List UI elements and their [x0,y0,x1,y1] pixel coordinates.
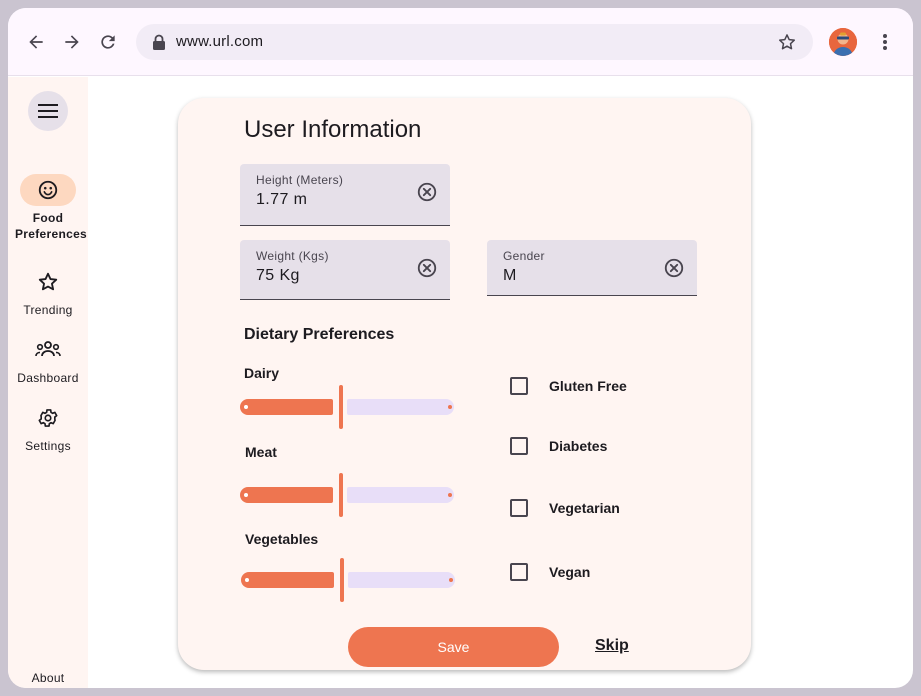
star-icon [38,272,58,291]
more-vert-icon[interactable] [874,30,896,59]
page-title: User Information [244,116,422,143]
reload-icon [101,35,115,49]
avatar[interactable] [829,28,857,56]
arrow-back-icon [29,35,43,49]
lock-icon [152,34,166,55]
forward-button[interactable] [60,30,84,54]
checkbox-label: Gluten Free [549,378,627,394]
url-text: www.url.com [176,33,264,50]
slider-label-vegetables: Vegetables [245,531,319,547]
menu-button[interactable] [28,91,68,131]
rail-item-trending[interactable]: Trending [8,266,88,318]
slider-inactive-track [348,572,455,588]
slider-active-track [240,487,333,503]
slider-stop-dot [245,578,249,582]
save-button[interactable]: Save [348,627,559,667]
weight-field[interactable]: Weight (Kgs) 75 Kg [240,240,450,300]
user-information-card: User Information Height (Meters) 1.77 m … [178,98,751,670]
vegetables-slider[interactable] [241,558,457,602]
about-link[interactable]: About [8,671,88,685]
height-field-label: Height (Meters) [256,173,344,187]
reload-button[interactable] [96,30,120,54]
rail-label-settings: Settings [25,439,71,453]
rail-label-dashboard: Dashboard [17,371,79,385]
smiley-icon [38,180,58,200]
checkbox-row-gluten-free[interactable]: Gluten Free [510,374,627,398]
checkbox-row-vegetarian[interactable]: Vegetarian [510,496,620,520]
navigation-rail: Food Preferences Trending Dashboard Sett… [8,77,88,688]
gender-field-value[interactable]: M [503,267,517,285]
rail-item-settings[interactable]: Settings [8,402,88,454]
dietary-preferences-title: Dietary Preferences [244,326,395,343]
clear-icon[interactable] [416,181,438,208]
slider-label-meat: Meat [245,444,277,460]
slider-handle[interactable] [339,385,343,429]
meat-slider[interactable] [240,473,456,517]
arrow-forward-icon [65,35,79,49]
rail-active-indicator [20,174,76,206]
gear-icon [38,409,58,427]
clear-icon[interactable] [416,257,438,284]
browser-toolbar: www.url.com [8,8,913,76]
slider-active-track [240,399,333,415]
checkbox-row-diabetes[interactable]: Diabetes [510,434,607,458]
rail-label-trending: Trending [23,303,73,317]
slider-stop-dot [449,578,453,582]
clear-icon[interactable] [663,257,685,284]
slider-handle[interactable] [339,473,343,517]
slider-stop-dot [448,493,452,497]
weight-field-label: Weight (Kgs) [256,249,329,263]
back-button[interactable] [24,30,48,54]
skip-button[interactable]: Skip [595,637,629,655]
rail-item-dashboard[interactable]: Dashboard [8,334,88,386]
height-field-value[interactable]: 1.77 m [256,191,307,209]
slider-stop-dot [244,493,248,497]
slider-stop-dot [244,405,248,409]
slider-inactive-track [347,487,454,503]
address-bar[interactable]: www.url.com [136,24,813,60]
slider-handle[interactable] [340,558,344,602]
vegetarian-checkbox[interactable] [510,499,528,517]
vegan-checkbox[interactable] [510,563,528,581]
height-field[interactable]: Height (Meters) 1.77 m [240,164,450,226]
rail-item-food-preferences[interactable]: Food Preferences [8,174,88,242]
gluten-free-checkbox[interactable] [510,377,528,395]
rail-label-food-preferences: Food Preferences [15,211,88,241]
gender-field-label: Gender [503,249,545,263]
dairy-slider[interactable] [240,385,456,429]
weight-field-value[interactable]: 75 Kg [256,267,300,285]
checkbox-label: Vegan [549,564,591,580]
checkbox-label: Diabetes [549,438,608,454]
checkbox-label: Vegetarian [549,500,620,516]
group-icon [35,341,61,357]
diabetes-checkbox[interactable] [510,437,528,455]
slider-inactive-track [347,399,454,415]
bookmark-star-icon[interactable] [777,32,797,57]
gender-field[interactable]: Gender M [487,240,697,296]
hamburger-icon [38,104,58,118]
browser-window: www.url.com Food Preferences Trending Da… [8,8,913,688]
slider-label-dairy: Dairy [244,365,280,381]
slider-active-track [241,572,334,588]
checkbox-row-vegan[interactable]: Vegan [510,560,590,584]
slider-stop-dot [448,405,452,409]
